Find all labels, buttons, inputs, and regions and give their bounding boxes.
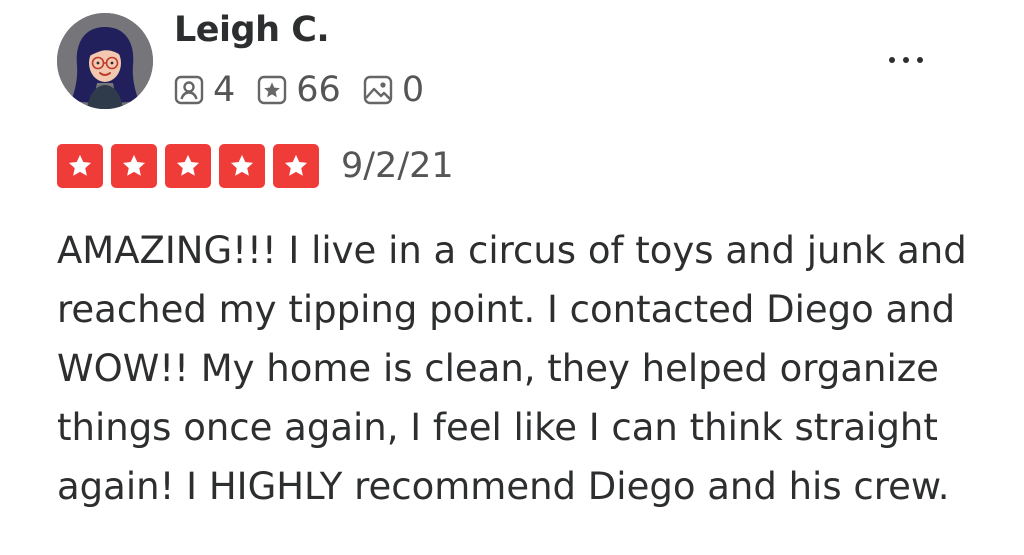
photos-stat: 0 (363, 70, 424, 110)
friends-icon (174, 75, 204, 105)
review-text: AMAZING!!! I live in a circus of toys an… (57, 229, 967, 508)
star-icon (219, 144, 265, 188)
reviews-stat: 66 (257, 70, 341, 110)
friends-stat: 4 (174, 70, 235, 110)
more-options-icon[interactable] (876, 42, 936, 78)
reviewer-name[interactable]: Leigh C. (174, 10, 330, 50)
avatar-cartoon-woman-icon (57, 13, 153, 109)
reviewer-stats: 4 66 0 (174, 68, 446, 112)
more-dot (889, 57, 895, 63)
reviews-count: 66 (296, 70, 341, 110)
avatar[interactable] (57, 13, 153, 109)
rating-row: 9/2/21 (57, 144, 454, 188)
star-rating (57, 144, 319, 188)
star-icon (273, 144, 319, 188)
photos-icon (363, 75, 393, 105)
friends-count: 4 (213, 70, 236, 110)
reviews-star-icon (258, 75, 287, 105)
star-icon (111, 144, 157, 188)
star-icon (57, 144, 103, 188)
review-date: 9/2/21 (341, 146, 454, 186)
more-dot (917, 57, 923, 63)
photos-count: 0 (401, 70, 425, 110)
more-dot (903, 57, 909, 63)
star-icon (165, 144, 211, 188)
